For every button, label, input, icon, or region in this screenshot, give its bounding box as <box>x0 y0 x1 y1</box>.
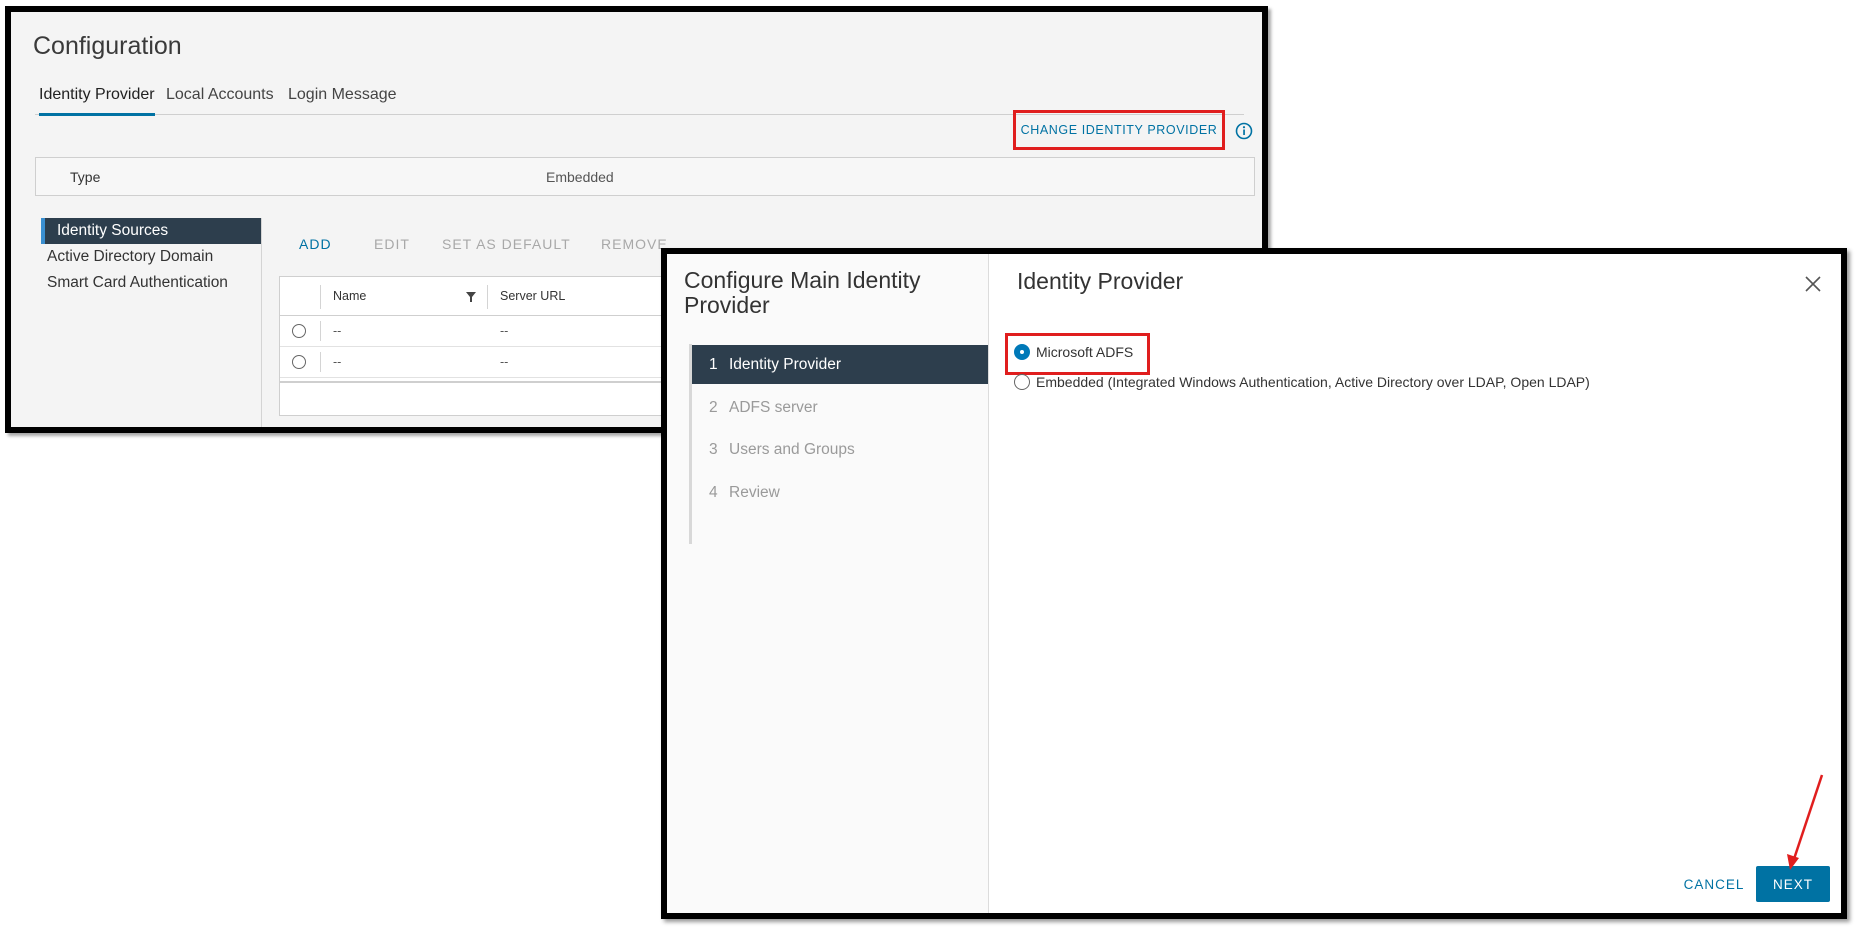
side-item-smart-card-authentication[interactable]: Smart Card Authentication <box>47 274 228 292</box>
edit-button[interactable]: EDIT <box>374 236 410 252</box>
info-icon[interactable] <box>1235 122 1253 140</box>
table-row[interactable]: -- -- <box>280 316 698 347</box>
cell-name: -- <box>333 324 342 338</box>
configure-identity-provider-dialog: Configure Main Identity Provider 1 Identi… <box>661 248 1847 919</box>
option-label: Embedded (Integrated Windows Authenticat… <box>1036 374 1590 390</box>
cell-server-url: -- <box>500 324 509 338</box>
step-label: ADFS server <box>729 399 818 416</box>
identity-sources-grid: Name Server URL -- -- -- -- <box>279 276 699 416</box>
step-label: Users and Groups <box>729 441 855 458</box>
panel-title: Identity Provider <box>1017 268 1184 294</box>
step-number: 2 <box>709 399 718 416</box>
grid-header: Name Server URL <box>280 277 698 316</box>
next-button[interactable]: NEXT <box>1756 866 1830 902</box>
wizard-steps-panel: Configure Main Identity Provider 1 Identi… <box>667 254 989 913</box>
cell-name: -- <box>333 355 342 369</box>
step-identity-provider[interactable]: 1 Identity Provider <box>692 345 988 384</box>
step-label: Identity Provider <box>729 356 841 373</box>
close-icon[interactable] <box>1803 274 1823 294</box>
row-select-radio[interactable] <box>292 324 306 338</box>
type-summary: Type Embedded <box>35 157 1255 196</box>
radio-selected[interactable] <box>1014 344 1030 360</box>
step-review[interactable]: 4 Review <box>692 473 988 512</box>
column-header-server-url[interactable]: Server URL <box>500 289 565 303</box>
option-label: Microsoft ADFS <box>1036 344 1134 360</box>
step-number: 4 <box>709 484 718 501</box>
type-value: Embedded <box>546 169 614 185</box>
step-users-and-groups[interactable]: 3 Users and Groups <box>692 430 988 469</box>
cell-server-url: -- <box>500 355 509 369</box>
step-label: Review <box>729 484 780 501</box>
add-button[interactable]: ADD <box>299 236 332 252</box>
radio-unselected[interactable] <box>1014 374 1030 390</box>
tab-identity-provider[interactable]: Identity Provider <box>39 86 155 116</box>
grid-footer <box>280 381 698 419</box>
tab-login-message[interactable]: Login Message <box>288 86 397 113</box>
side-item-active-directory-domain[interactable]: Active Directory Domain <box>47 248 213 266</box>
change-identity-provider-button[interactable]: CHANGE IDENTITY PROVIDER <box>1013 110 1225 150</box>
table-row[interactable]: -- -- <box>280 347 698 378</box>
type-label: Type <box>70 169 101 185</box>
set-as-default-button[interactable]: SET AS DEFAULT <box>442 236 571 252</box>
step-number: 1 <box>709 356 718 373</box>
arrow-annotation <box>1787 774 1824 870</box>
side-item-identity-sources[interactable]: Identity Sources <box>41 218 261 244</box>
dialog-title: Configure Main Identity Provider <box>684 267 921 318</box>
row-select-radio[interactable] <box>292 355 306 369</box>
wizard-content-panel: Identity Provider Microsoft ADFS Embedde… <box>989 254 1841 913</box>
page-title: Configuration <box>33 32 182 60</box>
tab-local-accounts[interactable]: Local Accounts <box>166 86 274 113</box>
column-header-name[interactable]: Name <box>333 289 366 303</box>
step-adfs-server[interactable]: 2 ADFS server <box>692 388 988 427</box>
remove-button[interactable]: REMOVE <box>601 236 668 252</box>
filter-icon[interactable] <box>466 292 476 302</box>
step-number: 3 <box>709 441 718 458</box>
identity-side-nav: Identity Sources Active Directory Domain… <box>41 218 262 427</box>
cancel-button[interactable]: CANCEL <box>1674 866 1754 902</box>
